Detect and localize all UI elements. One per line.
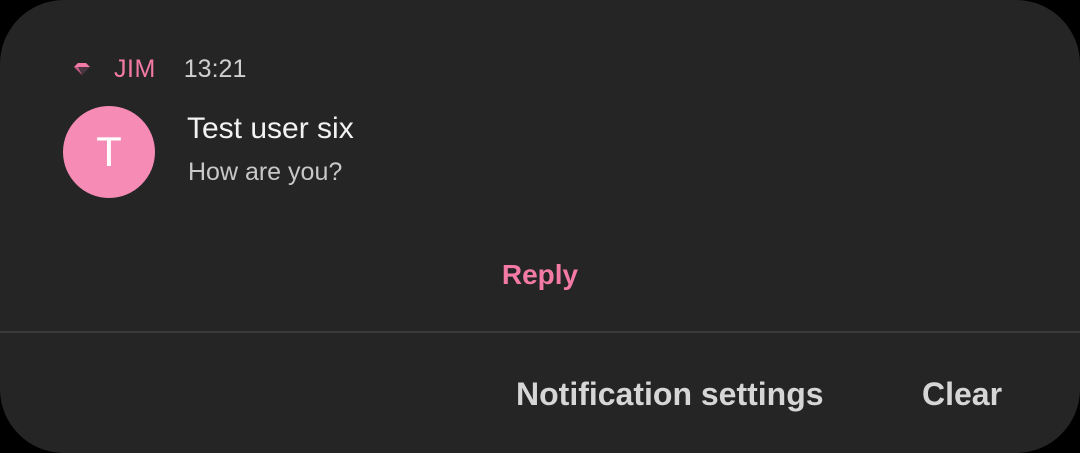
divider [0, 331, 1080, 333]
jim-app-icon [72, 59, 92, 79]
notification-body: How are you? [188, 158, 343, 186]
notification-time: 13:21 [183, 54, 247, 83]
notification-card[interactable]: JIM 13:21 T Test user six How are you? R… [0, 0, 1080, 453]
notification-header: JIM 13:21 [72, 52, 246, 86]
notification-settings-button[interactable]: Notification settings [516, 366, 824, 422]
notification-title: Test user six [187, 112, 354, 145]
clear-button[interactable]: Clear [922, 366, 1002, 422]
reply-button[interactable]: Reply [440, 248, 640, 302]
app-name: JIM [114, 54, 156, 83]
avatar: T [63, 106, 155, 198]
